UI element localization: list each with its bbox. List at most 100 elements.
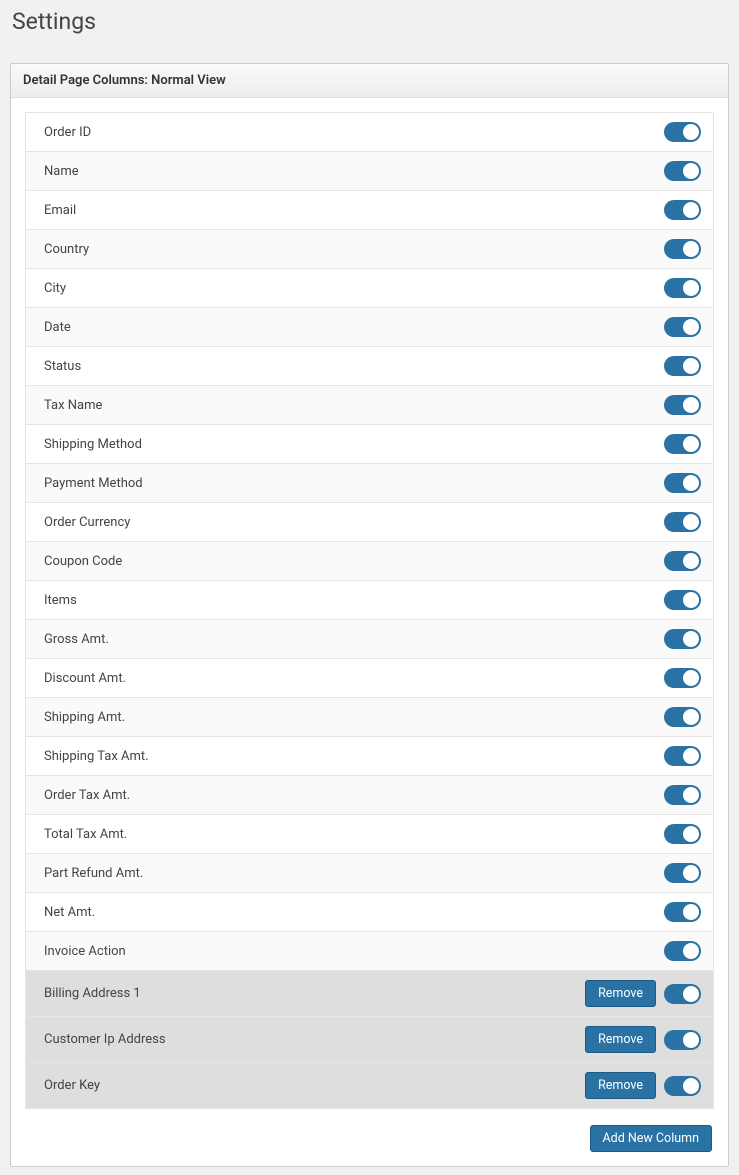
column-controls	[664, 668, 701, 688]
column-label: Shipping Amt.	[44, 710, 125, 725]
column-row: Order Tax Amt.	[25, 776, 714, 815]
column-label: Shipping Tax Amt.	[44, 749, 149, 764]
column-controls	[664, 863, 701, 883]
column-controls	[664, 902, 701, 922]
panel-header: Detail Page Columns: Normal View	[11, 64, 728, 98]
column-label: Name	[44, 164, 79, 179]
column-controls	[664, 200, 701, 220]
footer-actions: Add New Column	[25, 1125, 714, 1152]
remove-column-button[interactable]: Remove	[585, 980, 656, 1007]
column-row: Items	[25, 581, 714, 620]
column-row: Coupon Code	[25, 542, 714, 581]
column-toggle[interactable]	[664, 356, 701, 376]
column-row: Part Refund Amt.	[25, 854, 714, 893]
column-toggle[interactable]	[664, 668, 701, 688]
column-row: Net Amt.	[25, 893, 714, 932]
column-row: Payment Method	[25, 464, 714, 503]
column-toggle[interactable]	[664, 707, 701, 727]
column-label: Part Refund Amt.	[44, 866, 143, 881]
settings-panel: Detail Page Columns: Normal View Order I…	[10, 63, 729, 1167]
column-toggle[interactable]	[664, 278, 701, 298]
column-label: Tax Name	[44, 398, 102, 413]
column-toggle[interactable]	[664, 984, 701, 1004]
column-label: Gross Amt.	[44, 632, 109, 647]
column-controls	[664, 824, 701, 844]
column-row: Billing Address 1 Remove	[25, 971, 714, 1017]
column-controls	[664, 317, 701, 337]
column-label: Order Currency	[44, 515, 130, 530]
column-controls	[664, 707, 701, 727]
column-label: Date	[44, 320, 71, 335]
columns-list: Order ID Name Email Country City Date Status Ta…	[25, 112, 714, 1109]
column-toggle[interactable]	[664, 863, 701, 883]
column-controls	[664, 161, 701, 181]
column-controls: Remove	[585, 1072, 701, 1099]
column-toggle[interactable]	[664, 395, 701, 415]
column-controls	[664, 278, 701, 298]
column-toggle[interactable]	[664, 161, 701, 181]
column-label: Payment Method	[44, 476, 143, 491]
column-toggle[interactable]	[664, 512, 701, 532]
column-toggle[interactable]	[664, 941, 701, 961]
column-label: Items	[44, 593, 77, 608]
column-row: Shipping Tax Amt.	[25, 737, 714, 776]
column-toggle[interactable]	[664, 785, 701, 805]
column-row: Status	[25, 347, 714, 386]
column-controls	[664, 551, 701, 571]
column-row: Country	[25, 230, 714, 269]
column-controls	[664, 239, 701, 259]
column-controls: Remove	[585, 980, 701, 1007]
column-row: Gross Amt.	[25, 620, 714, 659]
column-row: City	[25, 269, 714, 308]
column-toggle[interactable]	[664, 200, 701, 220]
column-label: Customer Ip Address	[44, 1032, 166, 1047]
column-controls	[664, 785, 701, 805]
column-controls	[664, 590, 701, 610]
column-controls	[664, 434, 701, 454]
column-label: Total Tax Amt.	[44, 827, 127, 842]
column-row: Shipping Amt.	[25, 698, 714, 737]
column-controls	[664, 512, 701, 532]
column-row: Email	[25, 191, 714, 230]
column-controls: Remove	[585, 1026, 701, 1053]
column-label: Order ID	[44, 125, 91, 140]
column-row: Discount Amt.	[25, 659, 714, 698]
column-toggle[interactable]	[664, 317, 701, 337]
add-new-column-button[interactable]: Add New Column	[590, 1125, 712, 1152]
column-label: Country	[44, 242, 89, 257]
column-toggle[interactable]	[664, 434, 701, 454]
column-toggle[interactable]	[664, 746, 701, 766]
column-toggle[interactable]	[664, 902, 701, 922]
column-label: Status	[44, 359, 81, 374]
column-label: Email	[44, 203, 76, 218]
column-toggle[interactable]	[664, 473, 701, 493]
column-row: Invoice Action	[25, 932, 714, 971]
column-toggle[interactable]	[664, 239, 701, 259]
column-row: Shipping Method	[25, 425, 714, 464]
column-controls	[664, 395, 701, 415]
column-toggle[interactable]	[664, 1030, 701, 1050]
page-title: Settings	[10, 8, 729, 35]
column-toggle[interactable]	[664, 122, 701, 142]
column-toggle[interactable]	[664, 551, 701, 571]
column-toggle[interactable]	[664, 629, 701, 649]
column-label: Order Tax Amt.	[44, 788, 130, 803]
column-row: Order KeyRemove	[25, 1063, 714, 1109]
column-row: Name	[25, 152, 714, 191]
column-label: Coupon Code	[44, 554, 122, 569]
column-controls	[664, 473, 701, 493]
column-row: Order Currency	[25, 503, 714, 542]
column-row: Order ID	[25, 112, 714, 152]
column-label: City	[44, 281, 66, 296]
column-controls	[664, 941, 701, 961]
remove-column-button[interactable]: Remove	[585, 1072, 656, 1099]
remove-column-button[interactable]: Remove	[585, 1026, 656, 1053]
column-toggle[interactable]	[664, 590, 701, 610]
column-row: Tax Name	[25, 386, 714, 425]
column-toggle[interactable]	[664, 824, 701, 844]
column-toggle[interactable]	[664, 1076, 701, 1096]
column-row: Date	[25, 308, 714, 347]
column-label: Billing Address 1	[44, 986, 141, 1001]
panel-body: Order ID Name Email Country City Date Status Ta…	[11, 98, 728, 1166]
column-controls	[664, 122, 701, 142]
